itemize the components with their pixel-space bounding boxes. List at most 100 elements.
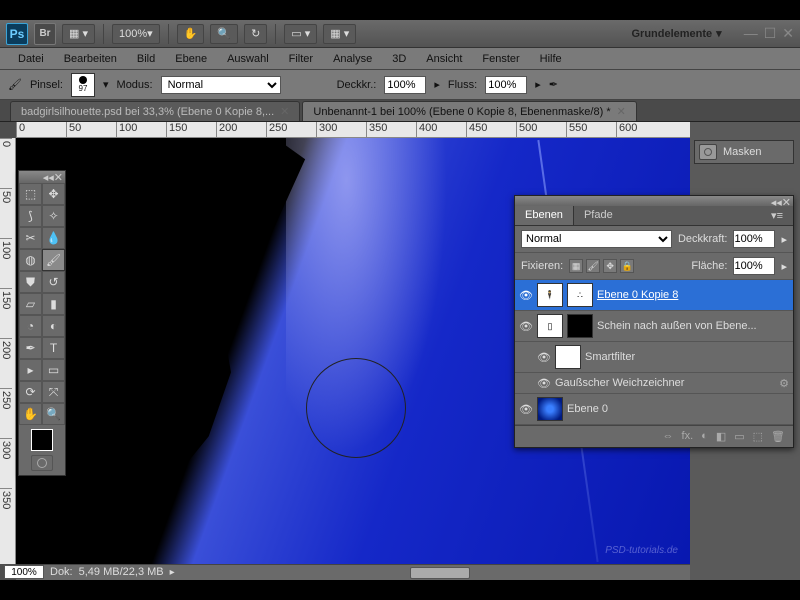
- tab-close-icon[interactable]: ✕: [280, 105, 289, 118]
- lock-position-icon[interactable]: ✥: [603, 259, 617, 273]
- panel-close-icon[interactable]: ✕: [782, 196, 791, 206]
- blur-tool[interactable]: ◔: [19, 315, 42, 337]
- move-tool[interactable]: ⬚: [19, 183, 42, 205]
- panel-close-icon[interactable]: ✕: [54, 171, 63, 183]
- layer-thumb[interactable]: [537, 397, 563, 421]
- mask-thumb[interactable]: ∴: [567, 283, 593, 307]
- zoom-tool[interactable]: 🔍: [42, 403, 65, 425]
- eraser-tool[interactable]: ▱: [19, 293, 42, 315]
- lock-pixels-icon[interactable]: 🖌: [586, 259, 600, 273]
- shape-tool[interactable]: ▭: [42, 359, 65, 381]
- blend-mode-select[interactable]: Normal: [161, 76, 281, 94]
- airbrush-icon[interactable]: ✒: [549, 78, 558, 91]
- dodge-tool[interactable]: ◐: [42, 315, 65, 337]
- visibility-eye-icon[interactable]: 👁: [519, 319, 533, 333]
- brush-tool[interactable]: 🖌: [42, 249, 65, 271]
- close-icon[interactable]: ✕: [782, 25, 794, 42]
- document-tab-active[interactable]: Unbenannt-1 bei 100% (Ebene 0 Kopie 8, E…: [302, 101, 636, 121]
- filter-settings-icon[interactable]: ⚙: [779, 377, 789, 390]
- delete-layer-icon[interactable]: 🗑: [771, 430, 785, 443]
- healing-brush-tool[interactable]: ◍: [19, 249, 42, 271]
- type-tool[interactable]: T: [42, 337, 65, 359]
- menu-analyse[interactable]: Analyse: [323, 50, 382, 68]
- lock-all-icon[interactable]: 🔒: [620, 259, 634, 273]
- menu-ebene[interactable]: Ebene: [165, 50, 217, 68]
- flow-input[interactable]: [485, 76, 527, 94]
- link-layers-icon[interactable]: ⇔: [663, 430, 674, 443]
- zoom-dropdown[interactable]: 100% ▾: [112, 24, 160, 44]
- gradient-tool[interactable]: ▮: [42, 293, 65, 315]
- layer-name: Smartfilter: [585, 351, 789, 363]
- tab-ebenen[interactable]: Ebenen: [515, 206, 574, 225]
- arrange-docs-icon[interactable]: ▦ ▾: [323, 24, 356, 44]
- maximize-icon[interactable]: ☐: [764, 25, 777, 42]
- layer-row[interactable]: 👁 Ebene 0: [515, 394, 793, 425]
- new-group-icon[interactable]: ▭: [734, 430, 744, 443]
- brush-picker[interactable]: 97: [71, 73, 95, 97]
- panel-collapse-icon[interactable]: ◂◂: [43, 171, 54, 183]
- opacity-input[interactable]: [384, 76, 426, 94]
- layout-dropdown[interactable]: ▦ ▾: [62, 24, 95, 44]
- panel-menu-icon[interactable]: ▾≡: [761, 206, 793, 225]
- visibility-eye-icon[interactable]: 👁: [519, 402, 533, 416]
- fill-opacity-input[interactable]: [733, 257, 775, 275]
- visibility-eye-icon[interactable]: 👁: [537, 376, 551, 390]
- path-select-tool[interactable]: ▸: [19, 359, 42, 381]
- hand-tool-icon[interactable]: ✋: [177, 24, 205, 44]
- layer-row[interactable]: 👁 Smartfilter: [515, 342, 793, 373]
- fixieren-label: Fixieren:: [521, 260, 563, 272]
- new-layer-icon[interactable]: ⬚: [753, 430, 763, 443]
- layer-blend-select[interactable]: Normal: [521, 230, 672, 248]
- 3d-camera-tool[interactable]: ⤧: [42, 381, 65, 403]
- quick-mask-toggle[interactable]: [31, 455, 53, 471]
- marquee-tool[interactable]: ✥: [42, 183, 65, 205]
- foreground-color-swatch[interactable]: [31, 429, 53, 451]
- menu-bild[interactable]: Bild: [127, 50, 165, 68]
- history-brush-tool[interactable]: ↺: [42, 271, 65, 293]
- crop-tool[interactable]: ✂: [19, 227, 42, 249]
- mask-thumb[interactable]: [567, 314, 593, 338]
- lock-transparency-icon[interactable]: ▦: [569, 259, 583, 273]
- tab-pfade[interactable]: Pfade: [574, 206, 623, 225]
- screen-mode-icon[interactable]: ▭ ▾: [284, 24, 317, 44]
- zoom-tool-icon[interactable]: 🔍: [210, 24, 238, 44]
- hand-tool[interactable]: ✋: [19, 403, 42, 425]
- menu-fenster[interactable]: Fenster: [472, 50, 529, 68]
- minimize-icon[interactable]: —: [744, 25, 758, 42]
- panel-collapse-icon[interactable]: ◂◂: [771, 196, 782, 206]
- layer-name[interactable]: Ebene 0 Kopie 8: [597, 289, 789, 301]
- add-mask-icon[interactable]: ◐: [701, 430, 708, 443]
- menu-3d[interactable]: 3D: [382, 50, 416, 68]
- layer-fx-icon[interactable]: fx.: [682, 430, 694, 443]
- pen-tool[interactable]: ✒: [19, 337, 42, 359]
- layer-opacity-input[interactable]: [733, 230, 775, 248]
- layer-row[interactable]: 👁 ▯ Schein nach außen von Ebene...: [515, 311, 793, 342]
- layer-thumb[interactable]: 🕴: [537, 283, 563, 307]
- clone-stamp-tool[interactable]: ⛊: [19, 271, 42, 293]
- magic-wand-tool[interactable]: ✧: [42, 205, 65, 227]
- menu-bearbeiten[interactable]: Bearbeiten: [54, 50, 127, 68]
- bridge-logo-icon[interactable]: Br: [34, 23, 56, 45]
- rotate-view-icon[interactable]: ↻: [244, 24, 267, 44]
- document-tab[interactable]: badgirlsilhouette.psd bei 33,3% (Ebene 0…: [10, 101, 300, 121]
- layer-row[interactable]: 👁 Gaußscher Weichzeichner ⚙: [515, 373, 793, 394]
- smartfilter-thumb[interactable]: [555, 345, 581, 369]
- tab-close-icon[interactable]: ✕: [617, 105, 626, 118]
- zoom-input[interactable]: [4, 565, 44, 579]
- menu-auswahl[interactable]: Auswahl: [217, 50, 279, 68]
- workspace-switcher[interactable]: Grundelemente ▾: [623, 27, 729, 40]
- tools-panel: ◂◂ ✕ ⬚ ✥ ⟆ ✧ ✂ 💧 ◍ 🖌 ⛊ ↺ ▱ ▮ ◔ ◐ ✒ T ▸ ▭…: [18, 170, 66, 476]
- mask-mode-icon[interactable]: [699, 144, 717, 160]
- eyedropper-tool[interactable]: 💧: [42, 227, 65, 249]
- visibility-eye-icon[interactable]: 👁: [537, 350, 551, 364]
- layer-row[interactable]: 👁 🕴 ∴ Ebene 0 Kopie 8: [515, 280, 793, 311]
- menu-datei[interactable]: Datei: [8, 50, 54, 68]
- layer-thumb[interactable]: ▯: [537, 314, 563, 338]
- menu-hilfe[interactable]: Hilfe: [530, 50, 572, 68]
- menu-ansicht[interactable]: Ansicht: [416, 50, 472, 68]
- 3d-tool[interactable]: ⟳: [19, 381, 42, 403]
- adjustment-layer-icon[interactable]: ◧: [716, 430, 726, 443]
- menu-filter[interactable]: Filter: [279, 50, 323, 68]
- visibility-eye-icon[interactable]: 👁: [519, 288, 533, 302]
- lasso-tool[interactable]: ⟆: [19, 205, 42, 227]
